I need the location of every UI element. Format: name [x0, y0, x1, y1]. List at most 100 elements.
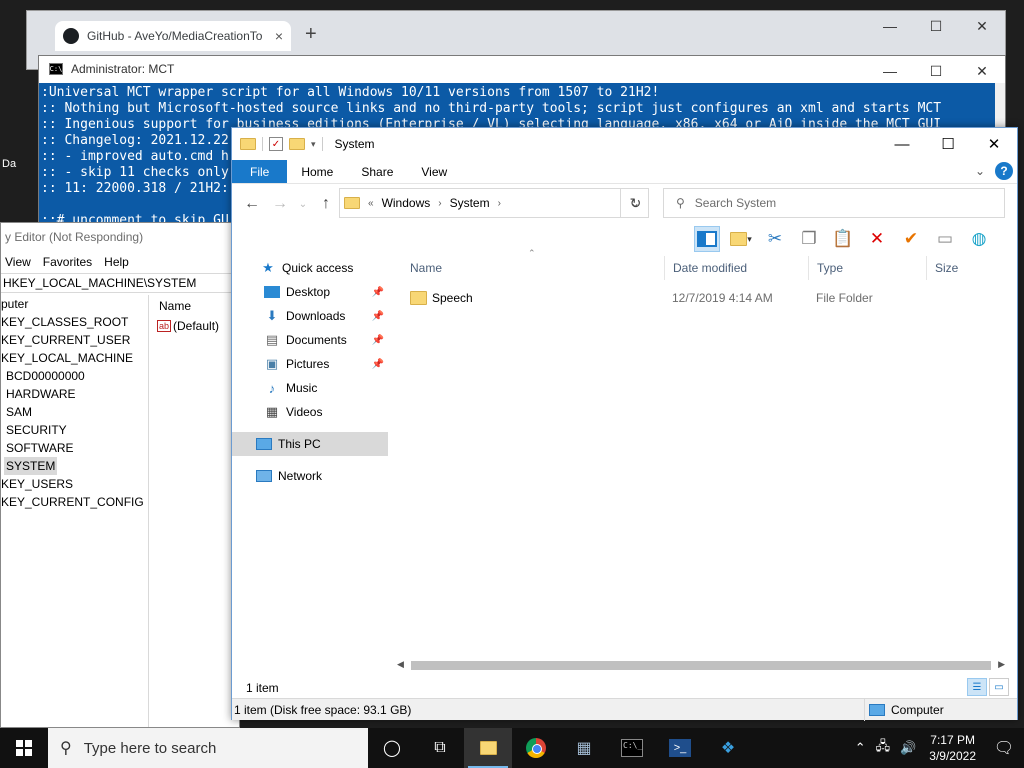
tree-item-local-machine[interactable]: KEY_LOCAL_MACHINE: [1, 349, 148, 367]
taskbar-search[interactable]: ⚲ Type here to search: [48, 728, 368, 768]
nav-quick-access[interactable]: ★ Quick access: [232, 256, 388, 280]
registry-editor-window[interactable]: y Editor (Not Responding) View Favorites…: [0, 222, 240, 728]
properties-icon[interactable]: ✓: [269, 137, 283, 151]
column-type[interactable]: Type: [808, 256, 926, 280]
browser-minimize-button[interactable]: —: [867, 11, 913, 41]
show-hidden-icons-icon[interactable]: ⌃: [850, 740, 871, 756]
nav-music[interactable]: ♪ Music: [232, 376, 388, 400]
file-explorer-window[interactable]: ✓ ▾ System — ☐ ✕ File Home Share View ⌄ …: [231, 127, 1018, 721]
column-size[interactable]: Size: [926, 256, 1006, 280]
cortana-button[interactable]: ◯: [368, 728, 416, 768]
column-date-modified[interactable]: Date modified: [664, 256, 808, 280]
chevron-right-icon[interactable]: ›: [498, 198, 501, 209]
cut-icon[interactable]: ✂: [762, 226, 788, 252]
pin-icon[interactable]: 📌: [372, 359, 384, 370]
search-input[interactable]: ⚲ Search System: [663, 188, 1005, 218]
breadcrumb-system[interactable]: System: [450, 196, 490, 210]
tree-item-current-config[interactable]: KEY_CURRENT_CONFIG: [1, 493, 148, 511]
pin-icon[interactable]: 📌: [372, 335, 384, 346]
nav-pictures[interactable]: ▣ Pictures 📌: [232, 352, 388, 376]
new-folder-button[interactable]: ▾: [728, 226, 754, 252]
tree-item-system[interactable]: SYSTEM: [1, 457, 148, 475]
breadcrumb-overflow[interactable]: «: [368, 198, 374, 209]
scrollbar-thumb[interactable]: [411, 661, 991, 670]
nav-this-pc[interactable]: This PC: [232, 432, 388, 456]
copy-icon[interactable]: ❐: [796, 226, 822, 252]
browser-close-button[interactable]: ✕: [959, 11, 1005, 41]
customize-qat-icon[interactable]: ▾: [311, 139, 316, 150]
values-header-name[interactable]: Name: [153, 295, 239, 317]
horizontal-scrollbar[interactable]: ◀ ▶: [395, 658, 1007, 672]
large-icons-view-icon[interactable]: ▭: [989, 678, 1009, 696]
console-close-button[interactable]: ✕: [959, 56, 1005, 86]
nav-downloads[interactable]: ⬇ Downloads 📌: [232, 304, 388, 328]
up-icon[interactable]: ↑: [314, 192, 338, 216]
pin-icon[interactable]: 📌: [372, 287, 384, 298]
nav-videos[interactable]: ▦ Videos: [232, 400, 388, 424]
value-row-default[interactable]: ab (Default): [153, 317, 239, 335]
task-view-button[interactable]: ⧉: [416, 728, 464, 768]
volume-icon[interactable]: 🔊: [895, 740, 921, 756]
pin-icon[interactable]: 📌: [372, 311, 384, 322]
chevron-right-icon[interactable]: ›: [438, 198, 441, 209]
desktop-icon-label[interactable]: Da: [2, 158, 16, 170]
menu-favorites[interactable]: Favorites: [43, 255, 92, 269]
browser-tab[interactable]: GitHub - AveYo/MediaCreationTo ×: [55, 21, 291, 51]
taskbar-file-explorer[interactable]: [464, 728, 512, 768]
paste-icon[interactable]: 📋: [830, 226, 856, 252]
file-row[interactable]: Speech 12/7/2019 4:14 AM File Folder: [402, 286, 1006, 310]
tree-item-sam[interactable]: SAM: [1, 403, 148, 421]
tree-item-computer[interactable]: puter: [1, 295, 148, 313]
recent-locations-icon[interactable]: ⌄: [296, 192, 310, 216]
tab-share[interactable]: Share: [347, 160, 407, 183]
address-bar[interactable]: « Windows › System › ⌄: [339, 188, 649, 218]
console-minimize-button[interactable]: —: [867, 56, 913, 86]
taskbar-app[interactable]: ❖: [704, 728, 752, 768]
explorer-close-button[interactable]: ✕: [971, 128, 1017, 160]
scroll-left-icon[interactable]: ◀: [397, 659, 404, 670]
help-icon[interactable]: ?: [995, 162, 1013, 180]
start-button[interactable]: [0, 728, 48, 768]
delete-icon[interactable]: ✕: [864, 226, 890, 252]
scroll-right-icon[interactable]: ▶: [998, 659, 1005, 670]
expand-ribbon-icon[interactable]: ⌄: [975, 164, 985, 178]
column-name[interactable]: Name: [402, 256, 664, 280]
forward-icon[interactable]: →: [268, 192, 292, 216]
regedit-address-bar[interactable]: HKEY_LOCAL_MACHINE\SYSTEM: [1, 273, 239, 293]
new-folder-icon[interactable]: [289, 138, 305, 150]
console-titlebar[interactable]: C:\ Administrator: MCT: [39, 56, 1005, 82]
taskbar-powershell[interactable]: >_: [656, 728, 704, 768]
taskbar-cmd[interactable]: C:\_: [608, 728, 656, 768]
back-icon[interactable]: ←: [240, 192, 264, 216]
nav-documents[interactable]: ▤ Documents 📌: [232, 328, 388, 352]
menu-view[interactable]: View: [5, 255, 31, 269]
nav-network[interactable]: Network: [232, 464, 388, 488]
nav-desktop[interactable]: Desktop 📌: [232, 280, 388, 304]
network-icon[interactable]: 🖧: [871, 737, 896, 759]
tree-item-bcd[interactable]: BCD00000000: [1, 367, 148, 385]
tree-item-current-user[interactable]: KEY_CURRENT_USER: [1, 331, 148, 349]
refresh-button[interactable]: ↻: [620, 188, 650, 218]
tab-home[interactable]: Home: [287, 160, 347, 183]
breadcrumb-windows[interactable]: Windows: [382, 196, 431, 210]
explorer-maximize-button[interactable]: ☐: [925, 128, 971, 160]
close-tab-icon[interactable]: ×: [275, 28, 283, 44]
tab-file[interactable]: File: [232, 160, 288, 183]
navigation-pane-button[interactable]: [694, 226, 720, 252]
new-tab-button[interactable]: +: [305, 23, 317, 46]
taskbar-registry-editor[interactable]: ▦: [560, 728, 608, 768]
clock[interactable]: 7:17 PM 3/9/2022: [921, 732, 984, 764]
properties-button-icon[interactable]: ▭: [932, 226, 958, 252]
tree-item-security[interactable]: SECURITY: [1, 421, 148, 439]
details-view-icon[interactable]: ☰: [967, 678, 987, 696]
tree-item-classes-root[interactable]: KEY_CLASSES_ROOT: [1, 313, 148, 331]
browser-maximize-button[interactable]: ☐: [913, 11, 959, 41]
rename-icon[interactable]: ✔: [898, 226, 924, 252]
tab-view[interactable]: View: [407, 160, 461, 183]
explorer-minimize-button[interactable]: —: [879, 128, 925, 160]
console-maximize-button[interactable]: ☐: [913, 56, 959, 86]
tree-item-users[interactable]: KEY_USERS: [1, 475, 148, 493]
taskbar-chrome[interactable]: [512, 728, 560, 768]
menu-help[interactable]: Help: [104, 255, 129, 269]
share-icon[interactable]: ◍: [966, 226, 992, 252]
